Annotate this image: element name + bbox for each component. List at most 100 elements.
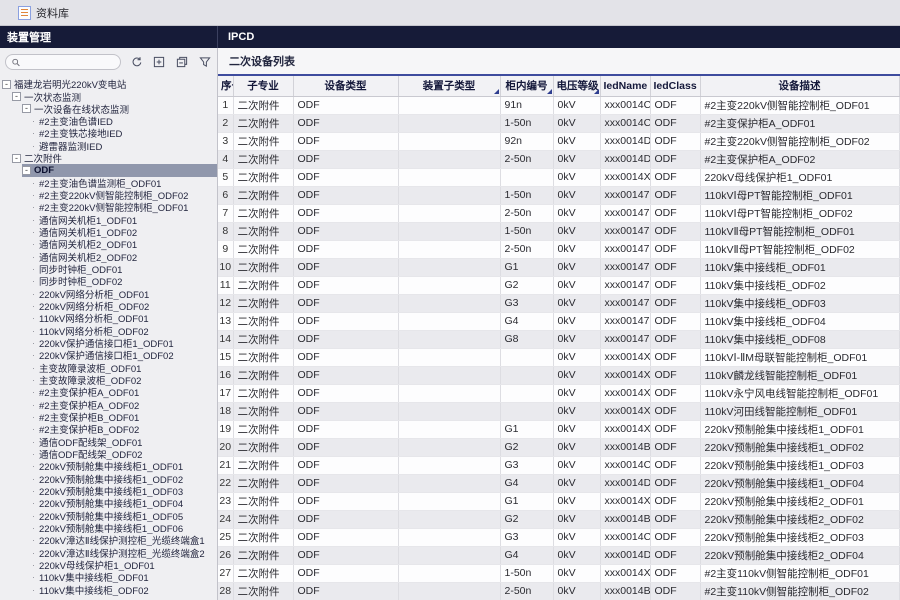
tree-leaf-node[interactable]: ·220kV预制舱集中接线柜1_ODF01	[32, 460, 217, 472]
table-row[interactable]: 8二次附件ODF1-50n0kVxxx00147ODF110kVⅡ母PT智能控制…	[218, 222, 899, 240]
tree-leaf-node[interactable]: ·110kV网络分析柜_ODF01	[32, 312, 217, 324]
tree-leaf-node[interactable]: ·通信ODF配线架_ODF01	[32, 436, 217, 448]
tree-leaf-node[interactable]: ·220kV预制舱集中接线柜1_ODF04	[32, 497, 217, 509]
table-row[interactable]: 3二次附件ODF92n0kVxxx0014DODF#2主变220kV侧智能控制柜…	[218, 132, 899, 150]
table-cell: ODF	[293, 474, 398, 492]
tree-leaf-node[interactable]: ·同步时钟柜_ODF02	[32, 275, 217, 287]
tree-leaf-node[interactable]: ·#2主变油色谱IED	[32, 115, 217, 127]
tree-leaf-node[interactable]: ·通信网关机柜2_ODF02	[32, 251, 217, 263]
tree-leaf-node[interactable]: ·#2主变保护柜A_ODF01	[32, 386, 217, 398]
tree-leaf-node[interactable]: ·220kV网络分析柜_ODF01	[32, 288, 217, 300]
table-row[interactable]: 4二次附件ODF2-50n0kVxxx0014DODF#2主变保护柜A_ODF0…	[218, 150, 899, 168]
tree-leaf-node[interactable]: ·110kV网络分析柜_ODF02	[32, 325, 217, 337]
collapse-expander-icon[interactable]: -	[12, 154, 21, 163]
tree-leaf-node[interactable]: ·#2主变保护柜A_ODF02	[32, 399, 217, 411]
tree-leaf-node[interactable]: ·220kV预制舱集中接线柜1_ODF02	[32, 473, 217, 485]
tree-leaf-node[interactable]: ·#2主变保护柜B_ODF01	[32, 411, 217, 423]
column-header[interactable]: 设备类型	[293, 76, 398, 96]
table-row[interactable]: 22二次附件ODFG40kVxxx0014DODF220kV预制舱集中接线柜1_…	[218, 474, 899, 492]
tree-leaf-node[interactable]: ·#2主变220kV侧智能控制柜_ODF01	[32, 201, 217, 213]
tree-node-label: 通信网关机柜1_ODF02	[39, 226, 137, 238]
table-row[interactable]: 2二次附件ODF1-50n0kVxxx0014CODF#2主变保护柜A_ODF0…	[218, 114, 899, 132]
table-row[interactable]: 24二次附件ODFG20kVxxx0014BODF220kV预制舱集中接线柜2_…	[218, 510, 899, 528]
table-row[interactable]: 12二次附件ODFG30kVxxx00147ODF110kV集中接线柜_ODF0…	[218, 294, 899, 312]
tree-leaf-node[interactable]: ·110kV集中接线柜_ODF02	[32, 583, 217, 595]
tree-leaf-node[interactable]: ·220kV预制舱集中接线柜1_ODF06	[32, 522, 217, 534]
tree-leaf-node[interactable]: ·220kV网络分析柜_ODF02	[32, 300, 217, 312]
table-row[interactable]: 16二次附件ODF0kVxxx0014XODF110kV麟龙线智能控制柜_ODF…	[218, 366, 899, 384]
tree-leaf-node[interactable]: ·避雷器监测IED	[32, 140, 217, 152]
table-cell: 0kV	[553, 222, 600, 240]
tree-branch-node[interactable]: -ODF	[22, 164, 217, 176]
table-row[interactable]: 11二次附件ODFG20kVxxx00147ODF110kV集中接线柜_ODF0…	[218, 276, 899, 294]
tree-leaf-node[interactable]: ·220kV保护通信接口柜1_ODF02	[32, 349, 217, 361]
filter-button[interactable]	[197, 54, 212, 70]
table-row[interactable]: 28二次附件ODF2-50n0kVxxx0014BODF#2主变110kV侧智能…	[218, 582, 899, 600]
table-row[interactable]: 25二次附件ODFG30kVxxx0014CODF220kV预制舱集中接线柜2_…	[218, 528, 899, 546]
sort-filter-icon[interactable]	[494, 89, 499, 94]
table-row[interactable]: 26二次附件ODFG40kVxxx0014DODF220kV预制舱集中接线柜2_…	[218, 546, 899, 564]
table-row[interactable]: 21二次附件ODFG30kVxxx0014CODF220kV预制舱集中接线柜1_…	[218, 456, 899, 474]
table-row[interactable]: 14二次附件ODFG80kVxxx00147ODF110kV集中接线柜_ODF0…	[218, 330, 899, 348]
tree-bullet-icon: ·	[32, 498, 38, 508]
expand-all-button[interactable]	[152, 54, 167, 70]
tree-leaf-node[interactable]: ·#2主变保护柜B_ODF02	[32, 423, 217, 435]
tree-leaf-node[interactable]: ·220kV预制舱集中接线柜1_ODF03	[32, 485, 217, 497]
tree-leaf-node[interactable]: ·通信网关机柜2_ODF01	[32, 238, 217, 250]
table-row[interactable]: 15二次附件ODF0kVxxx0014XODF110kVⅠ-ⅡM母联智能控制柜_…	[218, 348, 899, 366]
table-row[interactable]: 13二次附件ODFG40kVxxx00147ODF110kV集中接线柜_ODF0…	[218, 312, 899, 330]
table-row[interactable]: 23二次附件ODFG10kVxxx0014XODF220kV预制舱集中接线柜2_…	[218, 492, 899, 510]
column-header[interactable]: 柜内编号	[500, 76, 553, 96]
table-row[interactable]: 18二次附件ODF0kVxxx0014XODF110kV河田线智能控制柜_ODF…	[218, 402, 899, 420]
column-header[interactable]: IedClass	[650, 76, 700, 96]
tab-secondary-device-list[interactable]: 二次设备列表	[218, 53, 306, 69]
tree-leaf-node[interactable]: ·通信网关机柜1_ODF02	[32, 226, 217, 238]
tree-search-box[interactable]	[5, 54, 121, 70]
tree-leaf-node[interactable]: ·通信网关机柜1_ODF01	[32, 214, 217, 226]
tree-leaf-node[interactable]: ·220kV漳达Ⅱ线保护测控柜_光缆终端盒2	[32, 546, 217, 558]
column-header[interactable]: IedName	[600, 76, 650, 96]
tree-search-input[interactable]	[23, 57, 114, 67]
table-row[interactable]: 5二次附件ODF0kVxxx0014XODF220kV母线保护柜1_ODF01	[218, 168, 899, 186]
tree-leaf-node[interactable]: ·#2主变铁芯接地IED	[32, 127, 217, 139]
column-header[interactable]: 装置子类型	[398, 76, 500, 96]
collapse-expander-icon[interactable]: -	[22, 104, 31, 113]
table-row[interactable]: 1二次附件ODF91n0kVxxx0014CODF#2主变220kV侧智能控制柜…	[218, 96, 899, 114]
tree-leaf-node[interactable]: ·通信ODF配线架_ODF02	[32, 448, 217, 460]
sort-filter-icon[interactable]	[547, 89, 552, 94]
tree-leaf-node[interactable]: ·220kV母线保护柜1_ODF01	[32, 559, 217, 571]
refresh-button[interactable]	[129, 54, 144, 70]
table-row[interactable]: 7二次附件ODF2-50n0kVxxx00147ODF110kVⅠ母PT智能控制…	[218, 204, 899, 222]
table-row[interactable]: 6二次附件ODF1-50n0kVxxx00147ODF110kVⅠ母PT智能控制…	[218, 186, 899, 204]
column-header[interactable]: 设备描述	[700, 76, 899, 96]
tree-leaf-node[interactable]: ·主变故障录波柜_ODF01	[32, 362, 217, 374]
table-cell	[398, 420, 500, 438]
column-header[interactable]: 子专业	[233, 76, 293, 96]
table-row[interactable]: 20二次附件ODFG20kVxxx0014BODF220kV预制舱集中接线柜1_…	[218, 438, 899, 456]
collapse-expander-icon[interactable]: -	[22, 166, 31, 175]
tree-leaf-node[interactable]: ·220kV漳达Ⅱ线保护测控柜_光缆终端盒1	[32, 534, 217, 546]
library-tab[interactable]: 资料库	[18, 5, 69, 21]
tree-leaf-node[interactable]: ·220kV预制舱集中接线柜1_ODF05	[32, 509, 217, 521]
tree-leaf-node[interactable]: ·#2主变220kV侧智能控制柜_ODF02	[32, 189, 217, 201]
sort-filter-icon[interactable]	[594, 89, 599, 94]
tree-leaf-node[interactable]: ·220kV保护通信接口柜1_ODF01	[32, 337, 217, 349]
collapse-expander-icon[interactable]: -	[12, 92, 21, 101]
collapse-all-button[interactable]	[175, 54, 190, 70]
tree-branch-node[interactable]: -二次附件	[12, 152, 217, 164]
column-header[interactable]: 电压等级	[553, 76, 600, 96]
tree-leaf-node[interactable]: ·#2主变油色谱监测柜_ODF01	[32, 177, 217, 189]
table-row[interactable]: 17二次附件ODF0kVxxx0014XODF110kV永宁风电线智能控制柜_O…	[218, 384, 899, 402]
tree-branch-node[interactable]: -一次设备在线状态监测	[22, 103, 217, 115]
column-header[interactable]: 序号	[218, 76, 233, 96]
tree-leaf-node[interactable]: ·同步时钟柜_ODF01	[32, 263, 217, 275]
tree-leaf-node[interactable]: ·110kV集中接线柜_ODF01	[32, 571, 217, 583]
tree-branch-node[interactable]: -福建龙岩明光220kV变电站	[2, 78, 217, 90]
table-row[interactable]: 19二次附件ODFG10kVxxx0014XODF220kV预制舱集中接线柜1_…	[218, 420, 899, 438]
tree-leaf-node[interactable]: ·主变故障录波柜_ODF02	[32, 374, 217, 386]
collapse-expander-icon[interactable]: -	[2, 80, 11, 89]
table-row[interactable]: 27二次附件ODF1-50n0kVxxx0014XODF#2主变110kV侧智能…	[218, 564, 899, 582]
table-row[interactable]: 9二次附件ODF2-50n0kVxxx00147ODF110kVⅡ母PT智能控制…	[218, 240, 899, 258]
tree-branch-node[interactable]: -一次状态监测	[12, 90, 217, 102]
table-row[interactable]: 10二次附件ODFG10kVxxx00147ODF110kV集中接线柜_ODF0…	[218, 258, 899, 276]
